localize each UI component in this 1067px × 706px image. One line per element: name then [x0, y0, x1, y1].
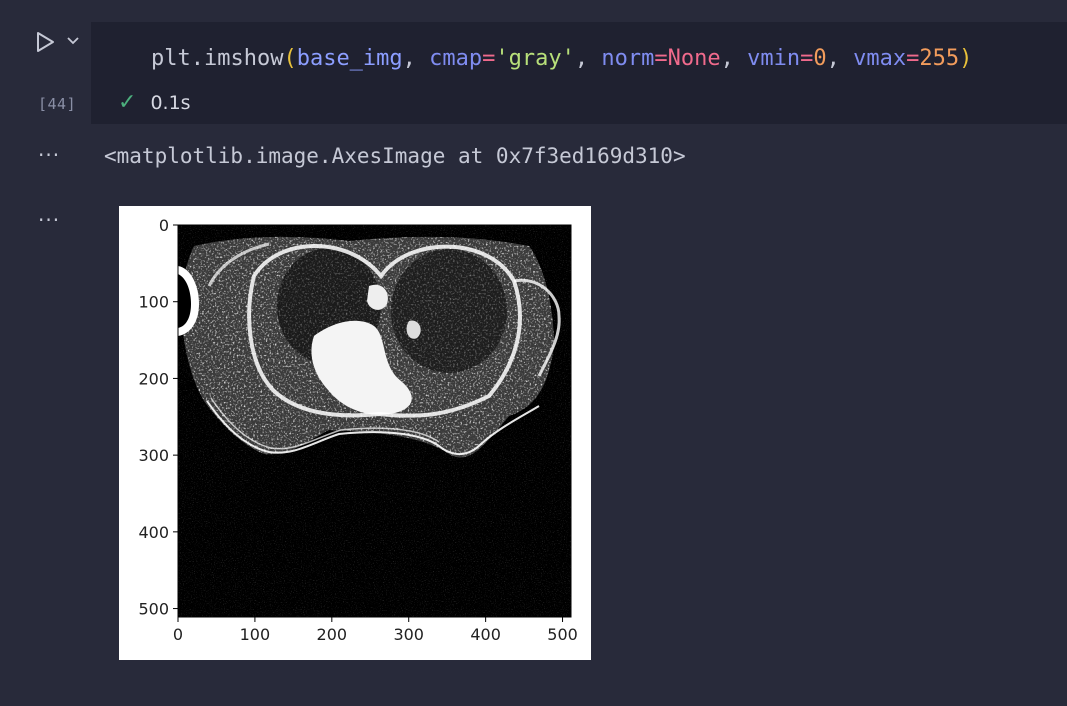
code-kw: cmap: [429, 46, 483, 71]
y-tick-label: 400: [138, 523, 169, 542]
imshow-plot: 0 100 200 300 400 500 0 100 200 300 400 500: [138, 216, 578, 644]
code-eq: =: [800, 46, 814, 71]
code-none: None: [667, 46, 721, 71]
code-comma: ,: [402, 46, 430, 71]
y-axis: 0 100 200 300 400 500: [138, 216, 178, 619]
code-line[interactable]: plt.imshow(base_img, cmap='gray', norm=N…: [151, 46, 972, 71]
x-tick-label: 100: [240, 625, 271, 644]
y-tick-label: 300: [138, 446, 169, 465]
code-fn: plt.imshow: [151, 46, 284, 71]
plot-output: 0 100 200 300 400 500 0 100 200 300 400 500: [119, 206, 591, 660]
output-more-icon[interactable]: ···: [38, 143, 60, 167]
code-comma: ,: [720, 46, 748, 71]
y-tick-label: 100: [138, 293, 169, 312]
play-icon[interactable]: [33, 30, 57, 54]
output-more-icon[interactable]: ···: [38, 208, 60, 232]
output-repr-text: <matplotlib.image.AxesImage at 0x7f3ed16…: [104, 144, 686, 168]
y-tick-label: 0: [159, 216, 169, 235]
code-arg: base_img: [296, 46, 403, 71]
code-cell-editor[interactable]: plt.imshow(base_img, cmap='gray', norm=N…: [91, 22, 1067, 124]
code-paren-open: (: [283, 46, 297, 71]
execution-count: [44]: [38, 95, 77, 113]
code-str: 'gray': [495, 46, 575, 71]
code-eq: =: [654, 46, 668, 71]
x-tick-label: 200: [317, 625, 348, 644]
code-paren-close: ): [959, 46, 973, 71]
x-tick-label: 500: [547, 625, 578, 644]
y-tick-label: 500: [138, 600, 169, 619]
code-kw: vmax: [853, 46, 907, 71]
x-tick-label: 0: [173, 625, 183, 644]
code-comma: ,: [574, 46, 602, 71]
code-eq: =: [906, 46, 920, 71]
code-kw: vmin: [747, 46, 801, 71]
image-area: [178, 225, 571, 617]
execution-duration: 0.1s: [150, 91, 191, 114]
code-num: 255: [919, 46, 960, 71]
execution-status: ✓ 0.1s: [118, 90, 191, 115]
x-tick-label: 400: [470, 625, 501, 644]
code-num: 0: [813, 46, 827, 71]
code-comma: ,: [826, 46, 854, 71]
chevron-down-icon[interactable]: [66, 36, 80, 46]
code-kw: norm: [601, 46, 655, 71]
x-tick-label: 300: [393, 625, 424, 644]
x-axis: 0 100 200 300 400 500: [173, 617, 578, 644]
check-icon: ✓: [118, 90, 137, 115]
y-tick-label: 200: [138, 369, 169, 388]
code-eq: =: [482, 46, 496, 71]
